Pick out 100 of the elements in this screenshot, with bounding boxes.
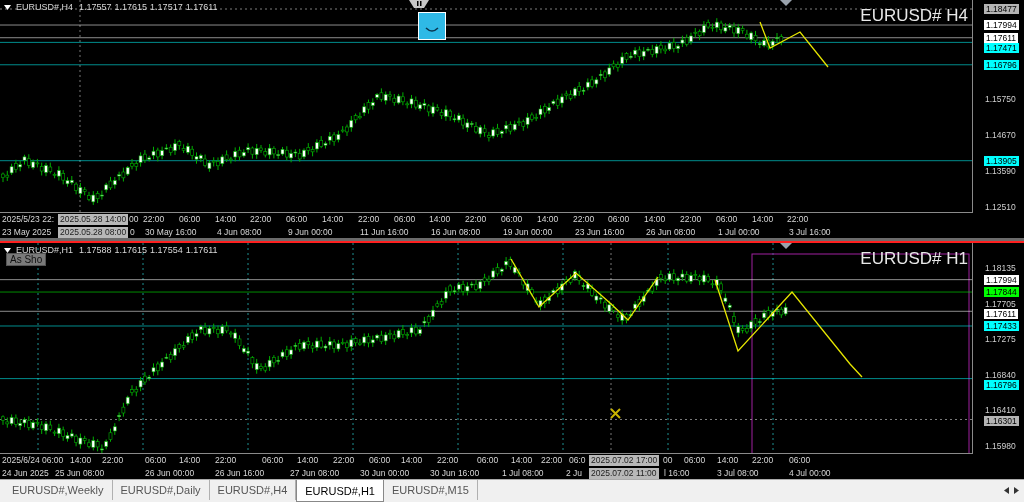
time-label: l 16:00 (664, 468, 690, 479)
time-label: 06:0 (569, 455, 586, 466)
scroll-right-icon[interactable] (1014, 487, 1019, 494)
zigzag-line (759, 21, 829, 68)
price-tag: 1.16301 (984, 416, 1019, 426)
price-value: 1.17554 (150, 245, 183, 255)
time-label: 06:00 (286, 214, 308, 225)
time-label: 06:00 (394, 214, 416, 225)
triangle-marker-icon (780, 0, 792, 6)
price-tag: 1.16796 (984, 380, 1019, 391)
time-label: 22:00 (333, 455, 355, 466)
time-label: 22:00 (541, 455, 563, 466)
dropdown-triangle-icon[interactable] (4, 4, 11, 10)
price-tag: 1.16796 (984, 59, 1019, 70)
price-tag: 1.18477 (984, 4, 1019, 14)
time-label: 14:00 (644, 214, 666, 225)
time-label: 00 (663, 455, 673, 466)
crosshair-time-label: 2025.07.02 17:00 (589, 455, 660, 466)
time-label: 22:00 (215, 455, 237, 466)
time-label: 06:00 (179, 214, 201, 225)
chart-title: EURUSD# H4 (860, 6, 968, 26)
axis-price-label: 1.15980 (985, 441, 1016, 451)
time-label: 27 Jun 08:00 (290, 468, 340, 479)
price-value: 1.17588 (79, 245, 112, 255)
time-label: 22:00 (358, 214, 380, 225)
crosshair-time-label: 2025.07.02 11:00 (589, 468, 659, 479)
price-tag: 1.17994 (984, 20, 1019, 30)
chart-tab[interactable]: EURUSD#,H1 (296, 480, 384, 502)
time-label: 30 May 16:00 (145, 227, 197, 238)
time-label: 22:00 (573, 214, 595, 225)
price-tag: 1.17994 (984, 274, 1019, 285)
time-label: 14:00 (429, 214, 451, 225)
time-label: 14:00 (511, 455, 533, 466)
time-label: 14:00 (537, 214, 559, 225)
time-label: 26 Jun 16:00 (215, 468, 265, 479)
scroll-left-icon[interactable] (1004, 487, 1009, 494)
axis-price-label: 1.18135 (985, 263, 1016, 273)
time-label: 06:00 (42, 455, 64, 466)
time-label: 16 Jun 08:00 (431, 227, 481, 238)
dropdown-triangle-icon[interactable] (4, 247, 11, 253)
price-tag: 1.17433 (984, 321, 1019, 331)
axis-price-label: 1.17275 (985, 334, 1016, 345)
time-label: 14:00 (717, 455, 739, 466)
axis-price-label: 1.12510 (985, 202, 1016, 212)
time-label: 06:00 (145, 455, 167, 466)
symbol-label: EURUSD#,H4 (16, 2, 73, 12)
time-label: 14:00 (179, 455, 201, 466)
axis-price-label: 1.16840 (985, 369, 1016, 380)
time-label: 23 May 2025 (2, 227, 52, 238)
time-label: 22:00 (680, 214, 702, 225)
time-label: 1 Jul 08:00 (502, 468, 544, 479)
price-value: 1.17611 (185, 2, 218, 12)
time-label: 30 Jun 00:00 (360, 468, 410, 479)
time-label: 06:00 (789, 455, 811, 466)
time-label: 4 Jul 00:00 (789, 468, 831, 479)
time-label: 0 (130, 227, 135, 238)
time-label: 25 Jun 08:00 (55, 468, 105, 479)
symbol-label: EURUSD#,H1 (16, 245, 73, 255)
time-label: 3 Jul 08:00 (717, 468, 759, 479)
time-label: 06:00 (716, 214, 738, 225)
time-label: 9 Jun 00:00 (288, 227, 333, 238)
overlay-button[interactable]: As Sho (6, 253, 47, 266)
price-value: 1.17615 (114, 2, 148, 12)
time-label: 30 Jun 16:00 (430, 468, 480, 479)
time-label: 14:00 (401, 455, 423, 466)
chart-title: EURUSD# H1 (860, 249, 968, 269)
time-label: 3 Jul 16:00 (789, 227, 831, 238)
price-value: 1.17615 (114, 245, 148, 255)
time-label: 2025/5/23 22: (2, 214, 54, 225)
price-tag: 1.17611 (984, 309, 1019, 319)
price-value: 1.17557 (79, 2, 112, 12)
time-label: 14:00 (752, 214, 774, 225)
time-label: 22:00 (465, 214, 487, 225)
time-label: 06:00 (369, 455, 391, 466)
price-tag: 1.17471 (984, 43, 1019, 54)
axis-price-label: 1.15750 (985, 94, 1016, 105)
price-tag: 1.17844 (984, 287, 1019, 298)
time-label: 06:00 (477, 455, 499, 466)
time-label: 22:00 (143, 214, 165, 225)
price-tag: 1.13905 (984, 155, 1019, 166)
time-label: 06:00 (608, 214, 630, 225)
axis-price-label: 1.14670 (985, 130, 1016, 141)
time-label: 22:00 (437, 455, 459, 466)
time-label: 24 Jun 2025 (2, 468, 49, 479)
smile-app-icon[interactable] (418, 12, 446, 40)
time-label: 23 Jun 16:00 (575, 227, 625, 238)
time-label: 14:00 (215, 214, 237, 225)
triangle-marker-icon (780, 243, 792, 249)
time-label: 06:00 (684, 455, 706, 466)
time-label: 00 (129, 214, 139, 225)
time-label: 22:00 (102, 455, 124, 466)
price-tag: 1.17611 (984, 32, 1019, 43)
split-handle-icon[interactable] (409, 0, 429, 8)
axis-price-label: 1.16410 (985, 405, 1016, 416)
time-label: 19 Jun 00:00 (503, 227, 553, 238)
time-label: 4 Jun 08:00 (217, 227, 262, 238)
crosshair-time-label: 2025.05.28 08:00 (58, 227, 129, 238)
time-label: 1 Jul 00:00 (718, 227, 760, 238)
time-label: 11 Jun 16:00 (360, 227, 409, 238)
axis-price-label: 1.13590 (985, 166, 1016, 177)
